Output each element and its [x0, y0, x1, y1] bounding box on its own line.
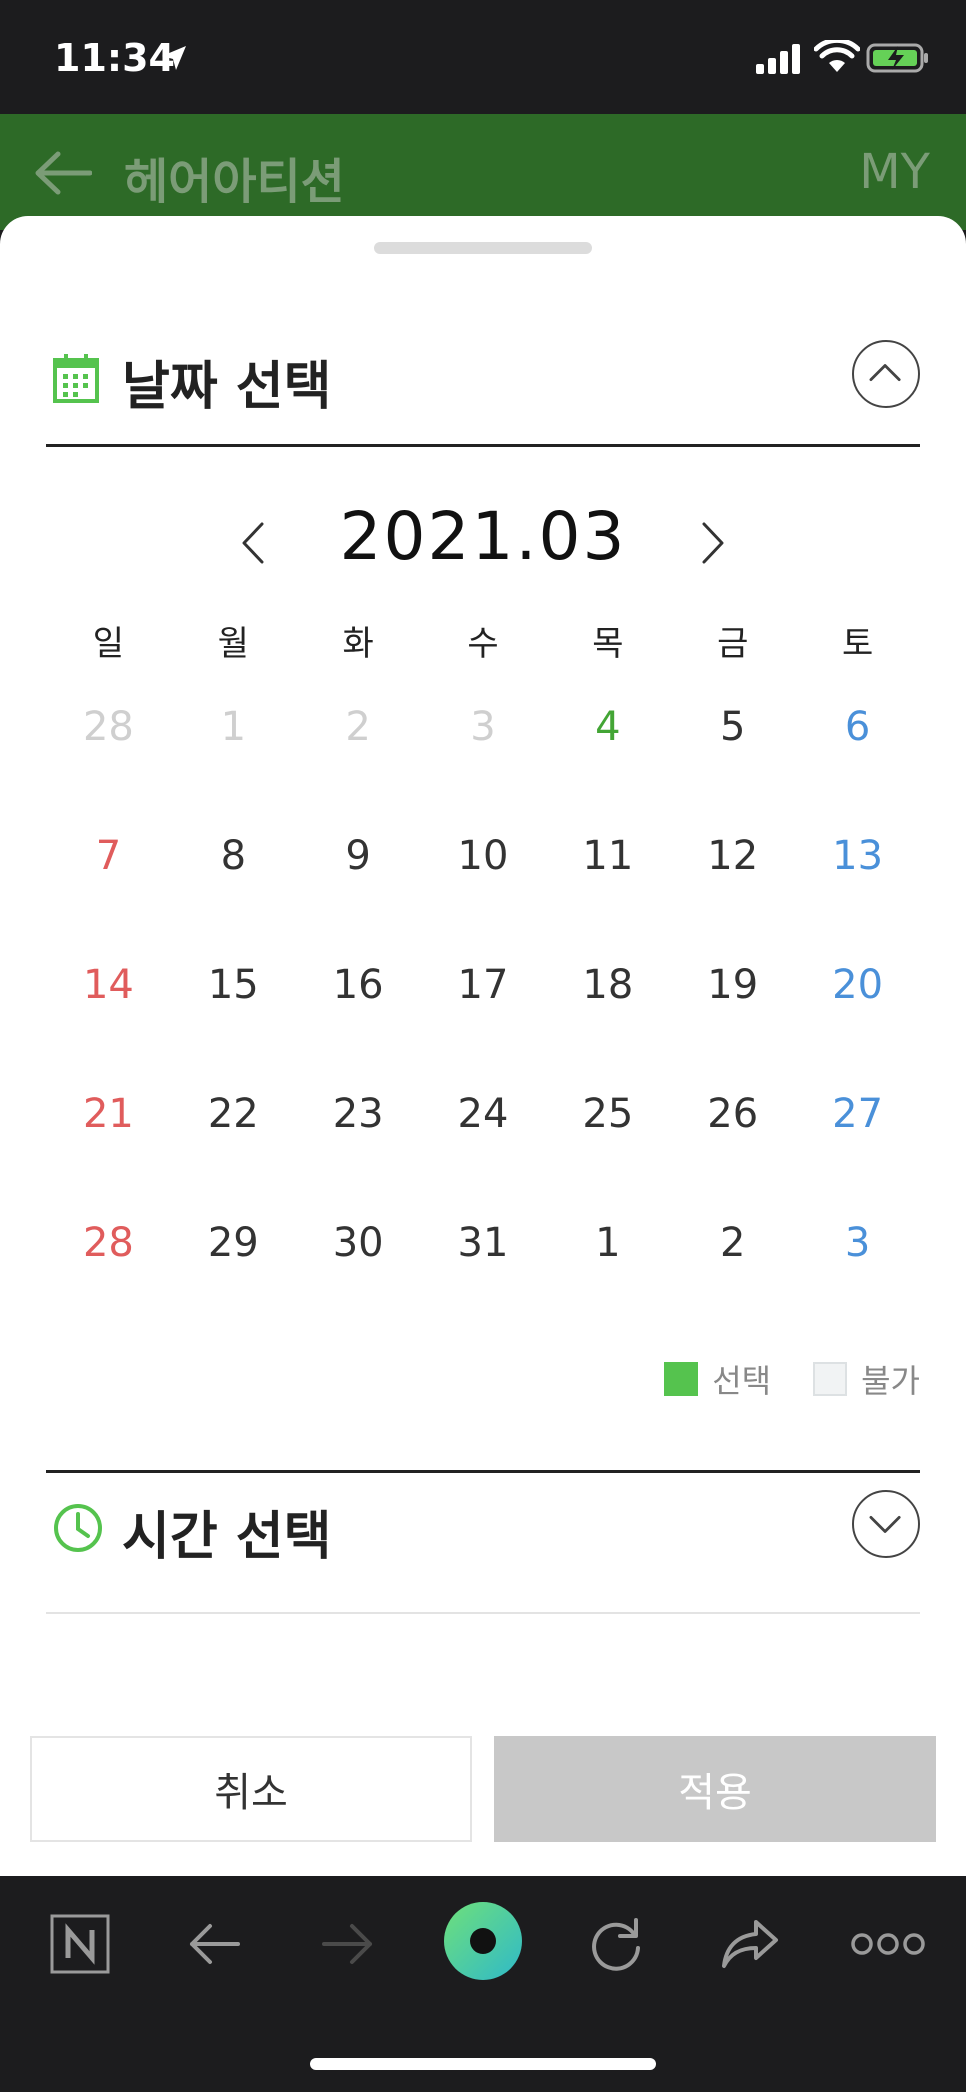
calendar-day[interactable]: 22 [171, 1083, 296, 1212]
back-arrow-icon[interactable] [34, 150, 92, 196]
calendar-day-saturday[interactable]: 6 [795, 696, 920, 825]
battery-icon [866, 43, 928, 73]
divider [46, 444, 920, 447]
legend-unavailable-label: 불가 [861, 1362, 920, 1400]
legend-selected-swatch [664, 1362, 699, 1396]
status-time: 11:34 [54, 36, 175, 80]
calendar-day-sunday[interactable]: 21 [46, 1083, 171, 1212]
weekday-wed: 수 [467, 624, 499, 664]
calendar-day-sunday[interactable]: 28 [46, 1212, 171, 1341]
share-icon[interactable] [718, 1912, 782, 1976]
month-label: 2021.03 [339, 498, 627, 575]
weekday-thu: 목 [592, 624, 624, 664]
calendar-day-disabled: 1 [220, 704, 247, 750]
more-icon[interactable] [848, 1912, 928, 1976]
calendar-day[interactable]: 23 [296, 1083, 421, 1212]
calendar-icon [53, 354, 99, 403]
calendar-day[interactable]: 31 [421, 1212, 546, 1341]
calendar-day[interactable]: 26 [670, 1083, 795, 1212]
calendar-day[interactable]: 8 [171, 825, 296, 954]
back-arrow-icon[interactable] [182, 1912, 246, 1976]
green-dot-icon[interactable] [442, 1900, 524, 1982]
date-time-picker-sheet: 날짜 선택 2021.03 일 월 화 수 목 금 토 28 1 2 3 4 5… [0, 216, 966, 1876]
expand-time-toggle[interactable] [852, 1490, 920, 1558]
page: 11:34 헤어아티션 MY 날짜 선택 2021.03 일 월 화 수 목 금… [0, 0, 966, 2092]
page-title: 헤어아티션 [124, 154, 345, 210]
home-indicator[interactable] [310, 2058, 656, 2070]
calendar-day-disabled: 2 [345, 704, 371, 750]
calendar-day[interactable]: 15 [171, 954, 296, 1083]
status-bar: 11:34 [0, 0, 966, 114]
calendar-day[interactable]: 1 [545, 1212, 670, 1341]
collapse-date-toggle[interactable] [852, 340, 920, 408]
calendar-week: 14 15 16 17 18 19 20 [46, 954, 920, 1083]
chevron-down-icon [869, 1516, 901, 1533]
calendar-week: 28 29 30 31 1 2 3 [46, 1212, 920, 1341]
wifi-icon [814, 40, 860, 72]
sheet-grabber[interactable] [374, 242, 592, 254]
weekday-sun: 일 [92, 624, 125, 664]
calendar-day-today[interactable]: 4 [545, 696, 670, 825]
calendar-day-sunday[interactable]: 7 [46, 825, 171, 954]
weekday-tue: 화 [342, 624, 374, 664]
time-section-header[interactable]: 시간 선택 [46, 1472, 920, 1582]
my-button[interactable]: MY [859, 144, 930, 200]
date-section-header[interactable]: 날짜 선택 [46, 322, 920, 432]
calendar-day[interactable]: 30 [296, 1212, 421, 1341]
calendar-day-disabled: 3 [470, 704, 496, 750]
calendar-day[interactable]: 5 [670, 696, 795, 825]
date-section-title: 날짜 선택 [122, 357, 332, 417]
calendar-day-saturday[interactable]: 13 [795, 825, 920, 954]
time-section-title: 시간 선택 [122, 1507, 332, 1567]
calendar-day[interactable]: 12 [670, 825, 795, 954]
calendar-day[interactable]: 10 [421, 825, 546, 954]
month-navigation: 2021.03 [0, 498, 966, 588]
weekday-header: 일 월 화 수 목 금 토 [46, 616, 920, 676]
calendar-day-sunday[interactable]: 14 [46, 954, 171, 1083]
browser-toolbar [0, 1876, 966, 2092]
calendar-grid: 28 1 2 3 4 5 6 7 8 9 10 11 12 13 14 15 1… [46, 696, 920, 1341]
chevron-right-icon[interactable] [698, 518, 728, 568]
calendar-day[interactable]: 9 [296, 825, 421, 954]
calendar-day[interactable]: 29 [171, 1212, 296, 1341]
forward-arrow-icon[interactable] [316, 1912, 380, 1976]
weekday-sat: 토 [841, 624, 874, 664]
legend-selected-label: 선택 [712, 1362, 772, 1400]
location-icon [162, 46, 186, 70]
calendar-day-disabled: 28 [82, 704, 134, 750]
app-header: 헤어아티션 MY [0, 114, 966, 230]
chevron-up-icon [869, 364, 901, 382]
calendar-day-saturday[interactable]: 20 [795, 954, 920, 1083]
calendar-day-saturday[interactable]: 27 [795, 1083, 920, 1212]
calendar-legend: 선택 불가 [664, 1356, 920, 1402]
apply-button[interactable]: 적용 [494, 1736, 936, 1842]
calendar-day[interactable]: 18 [545, 954, 670, 1083]
cellular-signal-icon [756, 44, 800, 74]
weekday-mon: 월 [217, 624, 249, 664]
calendar-day-saturday[interactable]: 3 [795, 1212, 920, 1341]
cancel-button[interactable]: 취소 [30, 1736, 472, 1842]
naver-home-icon[interactable] [48, 1912, 112, 1976]
calendar-day[interactable]: 24 [421, 1083, 546, 1212]
calendar-week: 28 1 2 3 4 5 6 [46, 696, 920, 825]
calendar-week: 21 22 23 24 25 26 27 [46, 1083, 920, 1212]
clock-icon [54, 1504, 102, 1552]
calendar-day[interactable]: 2 [670, 1212, 795, 1341]
calendar-day[interactable]: 19 [670, 954, 795, 1083]
weekday-fri: 금 [717, 624, 749, 664]
calendar-day[interactable]: 17 [421, 954, 546, 1083]
calendar-day[interactable]: 16 [296, 954, 421, 1083]
calendar-week: 7 8 9 10 11 12 13 [46, 825, 920, 954]
divider [46, 1612, 920, 1614]
reload-icon[interactable] [584, 1912, 648, 1976]
legend-unavailable-swatch [813, 1362, 848, 1396]
action-buttons: 취소 적용 [30, 1736, 936, 1842]
calendar-day[interactable]: 25 [545, 1083, 670, 1212]
calendar-day[interactable]: 11 [545, 825, 670, 954]
